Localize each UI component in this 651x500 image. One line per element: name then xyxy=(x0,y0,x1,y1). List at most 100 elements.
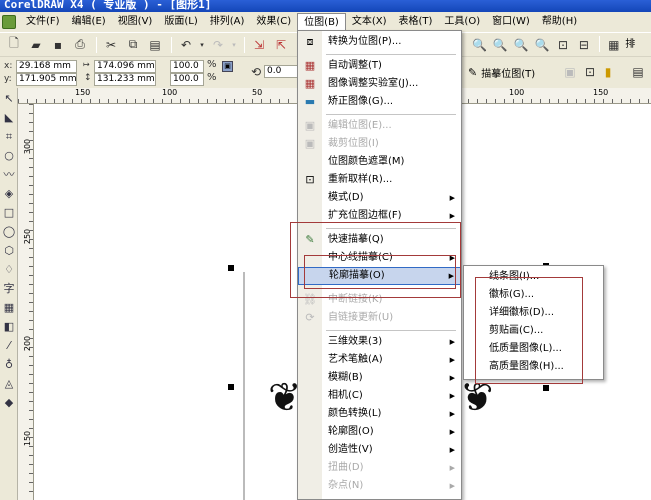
menu-item-bitmap-color-mask[interactable]: 位图颜色遮罩(M) xyxy=(298,153,461,171)
smart-fill-tool-icon[interactable]: ◈ xyxy=(1,186,17,202)
menu-item-quick-trace[interactable]: ✎ 快速描摹(Q) xyxy=(298,231,461,249)
export-icon[interactable]: ⇱ xyxy=(271,36,291,54)
selection-handle[interactable] xyxy=(543,385,549,391)
width-input[interactable]: 174.096 mm xyxy=(94,60,156,73)
copy-icon[interactable]: ⧉ xyxy=(123,36,143,54)
print-icon[interactable]: ⎙ xyxy=(70,36,90,54)
menu-item-creative[interactable]: 创造性(V) ▶ xyxy=(298,441,461,459)
layout-icon[interactable]: ▦ xyxy=(604,36,623,54)
menu-separator xyxy=(326,330,456,331)
new-document-icon[interactable]: 🗋 xyxy=(4,36,24,54)
menu-item-art-strokes[interactable]: 艺术笔触(A) ▶ xyxy=(298,351,461,369)
menu-item-resample[interactable]: ⊡ 重新取样(R)... xyxy=(298,171,461,189)
resample-icon[interactable]: ⊡ xyxy=(580,63,600,81)
selection-handle[interactable] xyxy=(228,384,234,390)
ellipse-tool-icon[interactable]: ◯ xyxy=(1,224,17,240)
menu-item-edit-bitmap[interactable]: ▣ 编辑位图(E)... xyxy=(298,117,461,135)
table-tool-icon[interactable]: ▦ xyxy=(1,300,17,316)
menu-item-image-adjustment-lab[interactable]: ▦ 图像调整实验室(J)... xyxy=(298,75,461,93)
polygon-tool-icon[interactable]: ⬡ xyxy=(1,243,17,259)
submenu-item-detailed-logo[interactable]: 详细徽标(D)... xyxy=(464,304,603,322)
redo-dropdown-icon[interactable]: ▾ xyxy=(230,36,238,54)
interactive-blend-tool-icon[interactable]: ◧ xyxy=(1,319,17,335)
trace-bitmap-button[interactable]: ✎ 描摹位图(T) xyxy=(468,65,535,80)
zoom-width-icon[interactable]: ⊟ xyxy=(574,36,593,54)
import-icon[interactable]: ⇲ xyxy=(249,36,269,54)
menu-item-mode[interactable]: 模式(D) ▶ xyxy=(298,189,461,207)
zoom-out-icon[interactable]: 🔍 xyxy=(491,36,510,54)
zoom-selected-icon[interactable]: 🔍 xyxy=(512,36,531,54)
scale-x-input[interactable]: 100.0 xyxy=(170,60,204,73)
menu-effects[interactable]: 效果(C) xyxy=(250,13,297,31)
lock-ratio-icon[interactable]: ▣ xyxy=(222,61,233,72)
zoom-all-icon[interactable]: 🔍 xyxy=(533,36,552,54)
menu-layout[interactable]: 版面(L) xyxy=(158,13,203,31)
shape-tool-icon[interactable]: ◣ xyxy=(1,110,17,126)
zoom-page-icon[interactable]: ⊡ xyxy=(554,36,573,54)
ornament-graphic-right[interactable]: ❦ xyxy=(460,375,494,421)
text-tool-icon[interactable]: 字 xyxy=(1,281,17,297)
menu-tools[interactable]: 工具(O) xyxy=(438,13,486,31)
menu-text[interactable]: 文本(X) xyxy=(346,13,393,31)
menu-view[interactable]: 视图(V) xyxy=(112,13,159,31)
fill-tool-icon[interactable]: ◬ xyxy=(1,376,17,392)
save-icon[interactable]: ▪ xyxy=(48,36,68,54)
menu-help[interactable]: 帮助(H) xyxy=(536,13,583,31)
x-position-input[interactable]: 29.168 mm xyxy=(16,60,77,73)
crop-tool-icon[interactable]: ⌗ xyxy=(1,129,17,145)
menu-edit[interactable]: 编辑(E) xyxy=(66,13,112,31)
rotation-input[interactable]: 0.0 xyxy=(264,65,300,78)
menu-item-color-transform[interactable]: 颜色转换(L) ▶ xyxy=(298,405,461,423)
menu-item-centerline-trace[interactable]: 中心线描摹(C) ▶ xyxy=(298,249,461,267)
submenu-item-logo[interactable]: 徽标(G)... xyxy=(464,286,603,304)
menu-item-contour[interactable]: 轮廓图(O) ▶ xyxy=(298,423,461,441)
menu-item-break-link[interactable]: ⛓ 中断链接(K) xyxy=(298,291,461,309)
submenu-item-high-quality-image[interactable]: 高质量图像(H)... xyxy=(464,358,603,376)
bitmap-color-mask-icon[interactable]: ▤ xyxy=(628,63,648,81)
cut-icon[interactable]: ✂ xyxy=(101,36,121,54)
submenu-item-clipart[interactable]: 剪贴画(C)... xyxy=(464,322,603,340)
freehand-tool-icon[interactable]: 〰 xyxy=(1,167,17,183)
outline-tool-icon[interactable]: ♁ xyxy=(1,357,17,373)
menu-item-auto-adjust[interactable]: ▦ 自动调整(T) xyxy=(298,57,461,75)
menu-item-3d-effects[interactable]: 三维效果(3) ▶ xyxy=(298,333,461,351)
menu-table[interactable]: 表格(T) xyxy=(393,13,439,31)
zoom-in-icon[interactable]: 🔍 xyxy=(470,36,489,54)
menu-item-outline-trace[interactable]: 轮廓描摹(O) ▶ xyxy=(298,267,461,285)
menu-item-update-from-link[interactable]: ⟳ 自链接更新(U) xyxy=(298,309,461,327)
bitmap-menu: ⧈ 转换为位图(P)... ▦ 自动调整(T) ▦ 图像调整实验室(J)... … xyxy=(297,30,462,500)
menu-item-distort[interactable]: 扭曲(D) ▶ xyxy=(298,459,461,477)
menu-file[interactable]: 文件(F) xyxy=(20,13,66,31)
paste-icon[interactable]: ▤ xyxy=(145,36,165,54)
scale-y-input[interactable]: 100.0 xyxy=(170,73,204,86)
bitmap-border-icon[interactable]: ▮ xyxy=(598,63,618,81)
menu-item-camera[interactable]: 相机(C) ▶ xyxy=(298,387,461,405)
menu-item-inflate-bitmap[interactable]: 扩充位图边框(F) ▶ xyxy=(298,207,461,225)
menu-item-crop-bitmap[interactable]: ▣ 裁剪位图(I) xyxy=(298,135,461,153)
selection-handle[interactable] xyxy=(228,265,234,271)
submenu-arrow-icon: ▶ xyxy=(449,212,455,220)
menu-bitmaps[interactable]: 位图(B) xyxy=(297,13,346,31)
menu-item-noise[interactable]: 杂点(N) ▶ xyxy=(298,477,461,495)
submenu-item-line-art[interactable]: 线条图(I)... xyxy=(464,268,603,286)
zoom-tool-icon[interactable]: ○ xyxy=(1,148,17,164)
menu-item-straighten-image[interactable]: ▬ 矫正图像(G)... xyxy=(298,93,461,111)
basic-shapes-tool-icon[interactable]: ♢ xyxy=(1,262,17,278)
pick-tool-icon[interactable]: ↖ xyxy=(1,91,17,107)
undo-icon[interactable]: ↶ xyxy=(176,36,196,54)
interactive-fill-tool-icon[interactable]: ◆ xyxy=(1,395,17,411)
open-folder-icon[interactable]: ▰ xyxy=(26,36,46,54)
crop-bitmap-icon[interactable]: ▣ xyxy=(560,63,580,81)
menu-window[interactable]: 窗口(W) xyxy=(486,13,536,31)
menu-item-blur[interactable]: 模糊(B) ▶ xyxy=(298,369,461,387)
menu-arrange[interactable]: 排列(A) xyxy=(204,13,251,31)
rectangle-tool-icon[interactable]: □ xyxy=(1,205,17,221)
eyedropper-tool-icon[interactable]: ⁄ xyxy=(1,338,17,354)
menu-item-convert-to-bitmap[interactable]: ⧈ 转换为位图(P)... xyxy=(298,33,461,51)
submenu-item-low-quality-image[interactable]: 低质量图像(L)... xyxy=(464,340,603,358)
y-position-input[interactable]: 171.905 mm xyxy=(16,73,77,86)
redo-icon[interactable]: ↷ xyxy=(208,36,228,54)
undo-dropdown-icon[interactable]: ▾ xyxy=(198,36,206,54)
menu-item-label: 杂点(N) xyxy=(328,480,364,491)
height-input[interactable]: 131.233 mm xyxy=(94,73,156,86)
